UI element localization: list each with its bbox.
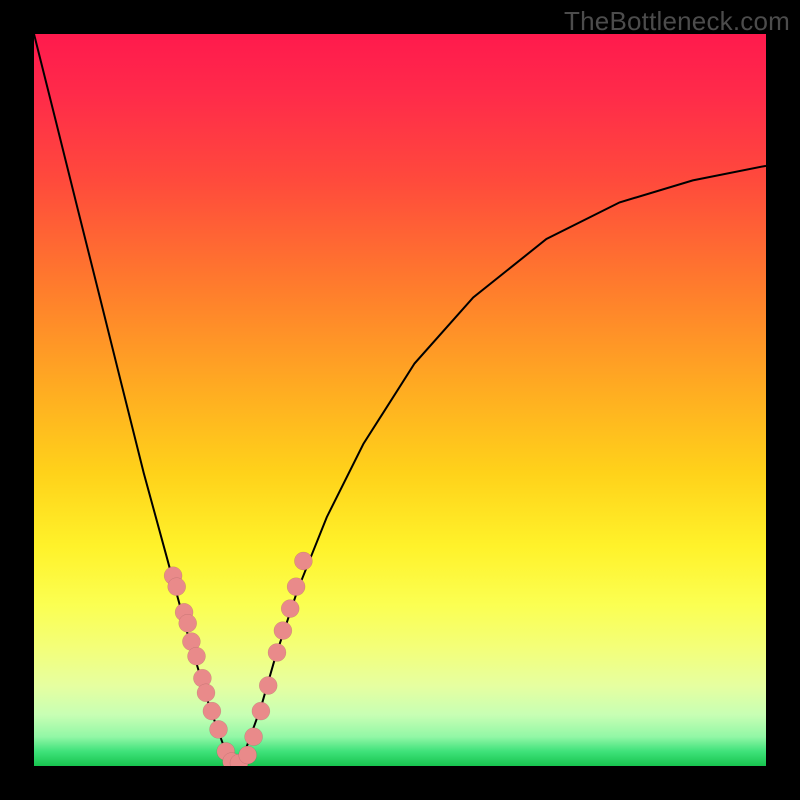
sample-dot xyxy=(287,578,305,596)
sample-dot xyxy=(245,728,263,746)
sample-dot xyxy=(259,677,277,695)
sample-dot xyxy=(239,746,257,764)
bottleneck-curve xyxy=(34,34,766,766)
plot-area xyxy=(34,34,766,766)
sample-dot xyxy=(168,578,186,596)
sample-dot xyxy=(210,720,228,738)
sample-dot xyxy=(294,552,312,570)
sample-dot xyxy=(274,622,292,640)
sample-dot xyxy=(252,702,270,720)
sample-dot xyxy=(203,702,221,720)
sample-dot xyxy=(268,644,286,662)
sample-dots xyxy=(164,552,312,766)
sample-dot xyxy=(179,614,197,632)
sample-dot xyxy=(281,600,299,618)
chart-svg xyxy=(34,34,766,766)
sample-dot xyxy=(188,647,206,665)
chart-frame: TheBottleneck.com xyxy=(0,0,800,800)
sample-dot xyxy=(197,684,215,702)
watermark-text: TheBottleneck.com xyxy=(564,6,790,37)
